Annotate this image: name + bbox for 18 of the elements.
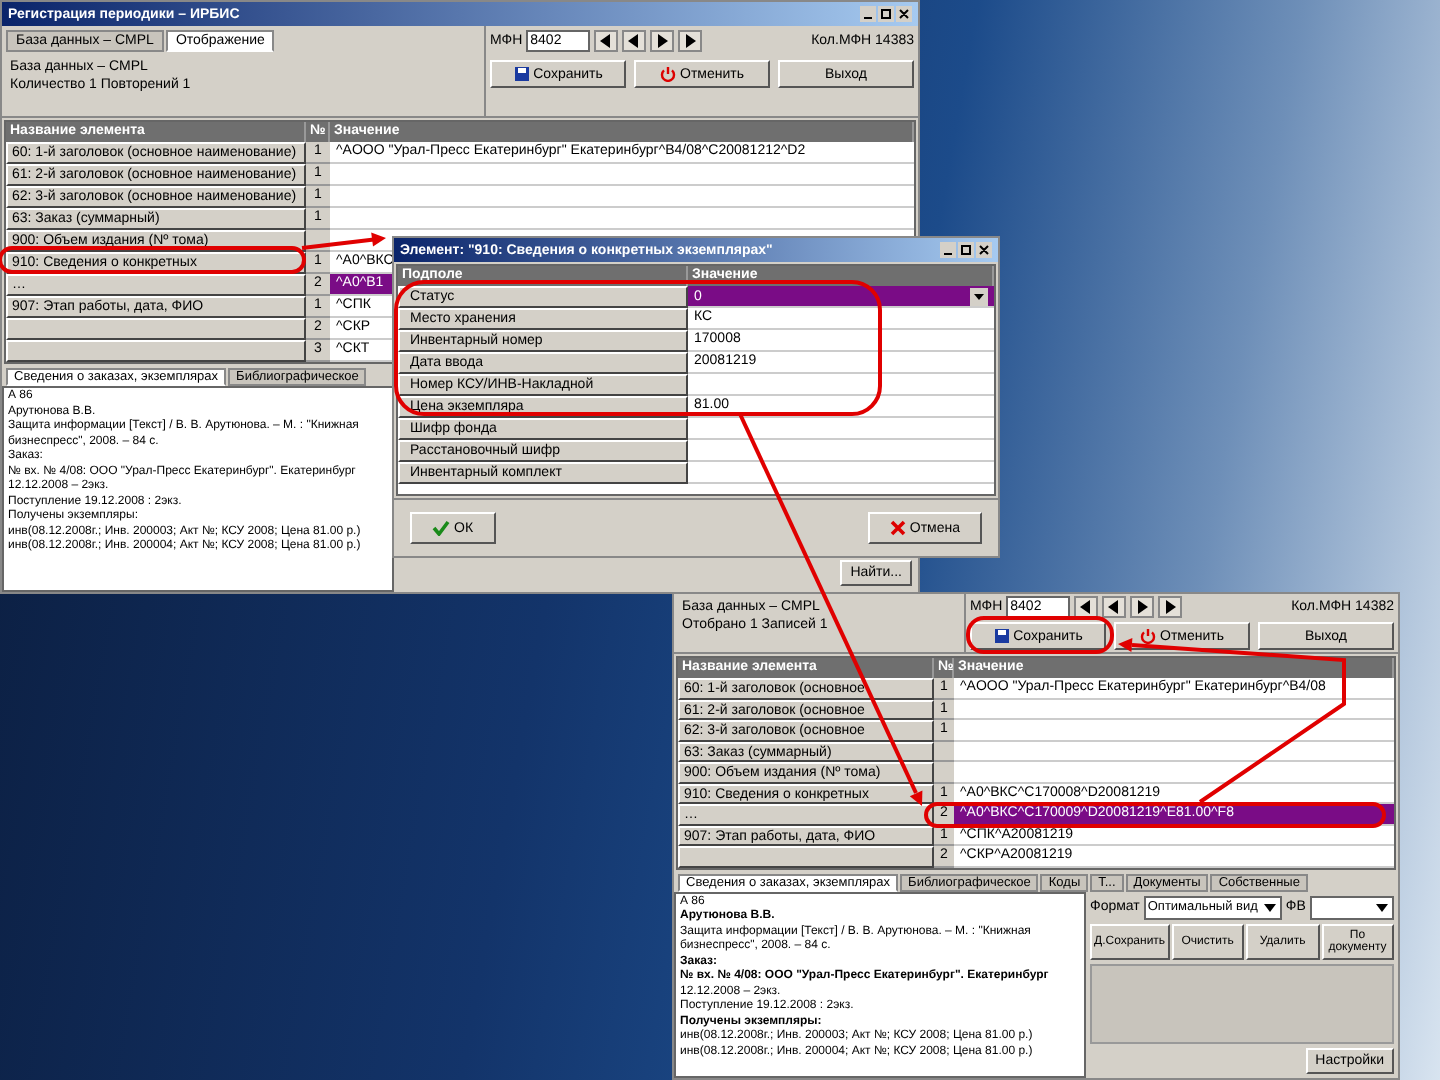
number-cell [934,741,954,762]
element-name-cell[interactable] [6,340,306,362]
dropdown-arrow-icon[interactable] [970,287,988,305]
element-name-cell[interactable] [678,846,934,867]
window-controls-icon[interactable] [860,6,912,22]
window-controls-icon[interactable] [940,242,992,258]
dropdown-arrow-icon[interactable] [1374,899,1390,915]
element-name-cell[interactable] [6,318,306,340]
check-icon [432,520,450,536]
number-cell [934,762,954,783]
power-icon [660,66,676,82]
fv-dropdown[interactable] [1309,895,1394,919]
pointer-arrow [301,232,386,250]
save-icon [513,66,530,82]
close-icon [889,520,906,536]
dropdown-arrow-icon[interactable] [1261,899,1278,915]
power-icon [1140,628,1156,644]
save-icon [993,628,1010,644]
